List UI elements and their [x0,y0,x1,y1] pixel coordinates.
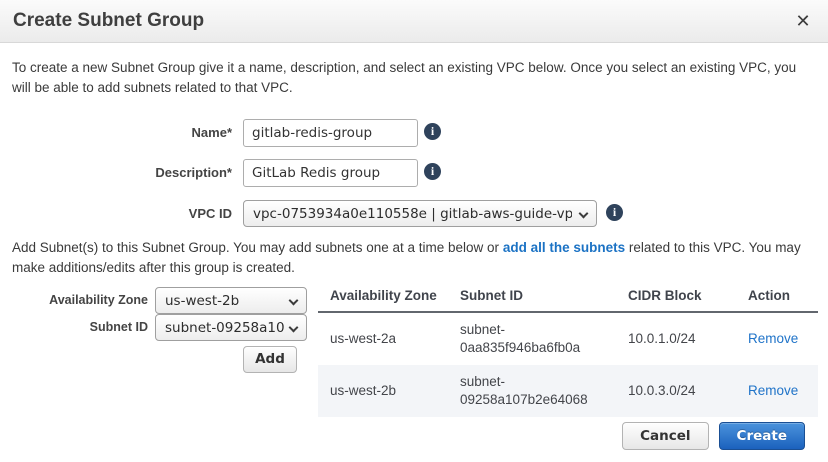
col-header-availability-zone: Availability Zone [318,283,448,312]
description-input[interactable] [243,159,418,187]
table-row: us-west-2a subnet-0aa835f946ba6fb0a 10.0… [318,312,818,365]
add-subnets-text: Add Subnet(s) to this Subnet Group. You … [12,238,818,278]
info-icon[interactable]: i [424,163,441,180]
remove-link[interactable]: Remove [748,383,798,398]
subnet-id-select[interactable]: subnet-09258a10 [155,314,307,341]
cell-availability-zone: us-west-2a [318,312,448,365]
add-subnets-text-before: Add Subnet(s) to this Subnet Group. You … [12,240,503,255]
vpc-id-label: VPC ID [0,206,232,221]
chevron-down-icon [289,296,299,306]
availability-zone-label: Availability Zone [0,293,148,307]
cell-availability-zone: us-west-2b [318,365,448,417]
cell-subnet-id: subnet-09258a107b2e64068 [448,365,616,417]
cell-cidr-block: 10.0.3.0/24 [616,365,736,417]
subnet-id-label: Subnet ID [0,320,148,334]
cell-subnet-id: subnet-0aa835f946ba6fb0a [448,312,616,365]
cancel-button[interactable]: Cancel [622,422,708,450]
cell-cidr-block: 10.0.1.0/24 [616,312,736,365]
col-header-cidr-block: CIDR Block [616,283,736,312]
page-title: Create Subnet Group [13,0,204,42]
description-label: Description* [0,165,232,180]
info-icon[interactable]: i [424,123,441,140]
create-button[interactable]: Create [719,422,805,450]
footer-buttons: Cancel Create [622,422,805,450]
col-header-subnet-id: Subnet ID [448,283,616,312]
add-button[interactable]: Add [243,346,297,373]
create-subnet-group-modal: Create Subnet Group ✕ To create a new Su… [0,0,828,462]
table-header-row: Availability Zone Subnet ID CIDR Block A… [318,283,818,312]
subnet-table: Availability Zone Subnet ID CIDR Block A… [318,283,818,417]
info-icon[interactable]: i [606,204,623,221]
availability-zone-select[interactable]: us-west-2b [155,287,307,314]
table-row: us-west-2b subnet-09258a107b2e64068 10.0… [318,365,818,417]
chevron-down-icon [579,209,589,219]
intro-text: To create a new Subnet Group give it a n… [12,58,818,98]
chevron-down-icon [289,323,299,333]
vpc-id-selected-value: vpc-0753934a0e110558e | gitlab-aws-guide… [253,206,572,222]
modal-header: Create Subnet Group ✕ [0,0,828,43]
add-all-subnets-link[interactable]: add all the subnets [503,240,625,255]
remove-link[interactable]: Remove [748,331,798,346]
vpc-id-select[interactable]: vpc-0753934a0e110558e | gitlab-aws-guide… [243,200,597,227]
subnet-id-selected-value: subnet-09258a10 [165,320,285,336]
name-input[interactable] [243,119,418,147]
close-icon[interactable]: ✕ [791,9,815,33]
availability-zone-selected-value: us-west-2b [165,293,239,309]
name-label: Name* [0,125,232,140]
col-header-action: Action [736,283,818,312]
